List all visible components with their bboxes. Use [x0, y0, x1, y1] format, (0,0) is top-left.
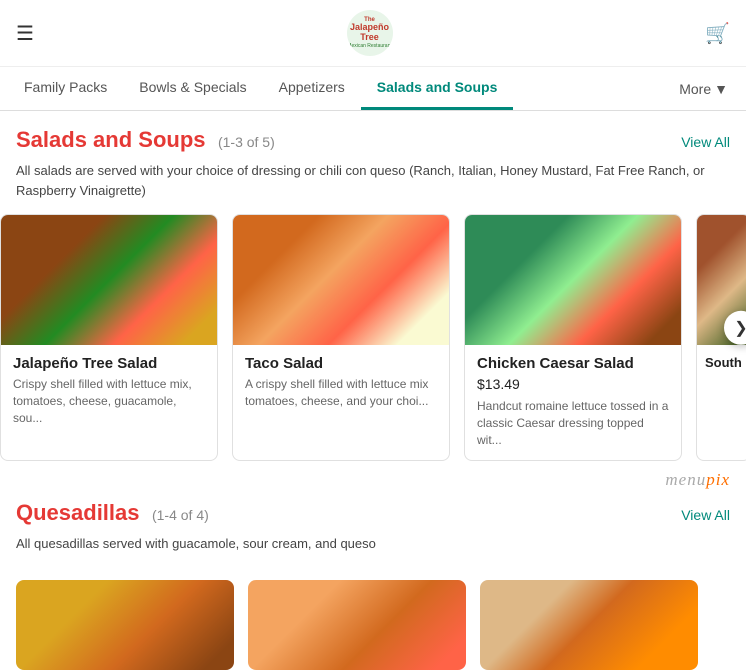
tab-family-packs[interactable]: Family Packs — [8, 67, 123, 110]
card-jalapeno-salad[interactable]: Jalapeño Tree Salad Crispy shell filled … — [0, 214, 218, 461]
section-count: (1-3 of 5) — [218, 134, 275, 150]
card-caesar-salad[interactable]: Chicken Caesar Salad $13.49 Handcut roma… — [464, 214, 682, 461]
quesadillas-count: (1-4 of 4) — [152, 507, 209, 523]
tab-bowls-specials[interactable]: Bowls & Specials — [123, 67, 262, 110]
card-image-2 — [233, 215, 449, 345]
cards-carousel: Jalapeño Tree Salad Crispy shell filled … — [0, 214, 746, 461]
card-title-1: Jalapeño Tree Salad — [13, 355, 205, 372]
card-body-3: Chicken Caesar Salad $13.49 Handcut roma… — [465, 345, 681, 460]
app-logo: The Jalapeño Tree Mexican Restaurant — [347, 10, 393, 56]
card-image-3 — [465, 215, 681, 345]
card-price-3: $13.49 — [477, 376, 669, 392]
section-title-group: Salads and Soups (1-3 of 5) — [16, 127, 275, 153]
view-all-quesadillas[interactable]: View All — [681, 507, 730, 523]
card-image-1 — [1, 215, 217, 345]
quesadilla-card-3[interactable] — [480, 580, 698, 670]
menu-icon[interactable]: ☰ — [16, 21, 34, 46]
more-menu[interactable]: More ▼ — [669, 69, 738, 109]
quesadillas-header: Quesadillas (1-4 of 4) View All — [16, 500, 730, 526]
more-label: More — [679, 81, 711, 97]
card-desc-3: Handcut romaine lettuce tossed in a clas… — [477, 398, 669, 448]
card-title-3: Chicken Caesar Salad — [477, 355, 669, 372]
tab-salads-soups[interactable]: Salads and Soups — [361, 67, 514, 110]
cart-icon[interactable]: 🛒 — [705, 21, 730, 46]
card-body-4-partial: South... — [697, 345, 746, 380]
section-description: All salads are served with your choice o… — [16, 161, 730, 200]
quesadilla-card-1[interactable] — [16, 580, 234, 670]
card-taco-salad[interactable]: Taco Salad A crispy shell filled with le… — [232, 214, 450, 461]
section-header: Salads and Soups (1-3 of 5) View All — [16, 127, 730, 153]
cards-scroll-container: Jalapeño Tree Salad Crispy shell filled … — [0, 214, 746, 461]
card-title-4-partial: South... — [705, 355, 742, 370]
quesadillas-title: Quesadillas — [16, 500, 140, 525]
card-desc-2: A crispy shell filled with lettuce mix t… — [245, 376, 437, 410]
quesadilla-card-2[interactable] — [248, 580, 466, 670]
section-title: Salads and Soups — [16, 127, 206, 152]
card-desc-1: Crispy shell filled with lettuce mix, to… — [13, 376, 205, 426]
salads-section: Salads and Soups (1-3 of 5) View All All… — [0, 111, 746, 200]
logo-circle: The Jalapeño Tree Mexican Restaurant — [347, 10, 393, 56]
nav-tabs: Family Packs Bowls & Specials Appetizers… — [0, 67, 746, 111]
card-title-2: Taco Salad — [245, 355, 437, 372]
chevron-down-icon: ▼ — [714, 81, 728, 97]
card-body-1: Jalapeño Tree Salad Crispy shell filled … — [1, 345, 217, 438]
app-header: ☰ The Jalapeño Tree Mexican Restaurant 🛒 — [0, 0, 746, 67]
quesadillas-cards — [0, 568, 746, 670]
menupix-branding: menupix — [0, 461, 746, 490]
view-all-salads[interactable]: View All — [681, 134, 730, 150]
quesadillas-title-group: Quesadillas (1-4 of 4) — [16, 500, 209, 526]
quesadillas-description: All quesadillas served with guacamole, s… — [16, 534, 730, 554]
tab-appetizers[interactable]: Appetizers — [263, 67, 361, 110]
quesadillas-section: Quesadillas (1-4 of 4) View All All ques… — [0, 490, 746, 554]
card-body-2: Taco Salad A crispy shell filled with le… — [233, 345, 449, 422]
